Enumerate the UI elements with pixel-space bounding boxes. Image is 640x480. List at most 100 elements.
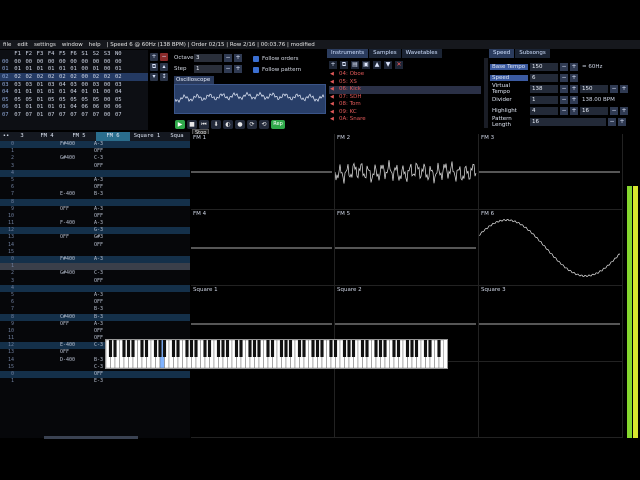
pattern-cell-empty[interactable] (16, 378, 28, 385)
play-from-start-icon[interactable]: ⏮ (199, 119, 209, 129)
step-field[interactable]: 1 (194, 64, 222, 73)
order-cell[interactable]: 00 (102, 89, 113, 95)
order-cell[interactable]: 01 (46, 66, 57, 72)
order-cell[interactable]: 03 (23, 82, 34, 88)
pattern-cell-empty[interactable] (16, 163, 28, 170)
menu-settings[interactable]: settings (34, 42, 56, 48)
pattern-cell-fm6[interactable]: OFF (94, 213, 128, 220)
pattern-cell-fm4[interactable] (28, 170, 60, 177)
piano-black-key[interactable] (405, 340, 410, 357)
order-cell[interactable]: 07 (79, 112, 90, 118)
pattern-cell-empty[interactable] (16, 242, 28, 249)
pattern-cell-empty[interactable] (16, 191, 28, 198)
pattern-cell-fm6[interactable]: E-3 (94, 378, 128, 385)
piano-black-key[interactable] (315, 340, 320, 357)
order-cell[interactable]: 00 (90, 59, 101, 65)
order-row[interactable]: 07 07 07 01 07 07 07 07 07 00 07 (0, 111, 148, 119)
pattern-cell-empty[interactable] (16, 371, 28, 378)
pattern-row[interactable]: 0 OFF (0, 371, 190, 379)
pattern-row[interactable]: 3 OFF (0, 278, 190, 285)
pattern-cell-fm6[interactable]: A-3 (94, 220, 128, 227)
pattern-cell-fm4[interactable] (28, 371, 60, 378)
order-cell[interactable]: 07 (68, 112, 79, 118)
order-cell[interactable]: 02 (34, 74, 45, 80)
piano-black-key[interactable] (158, 340, 162, 357)
play-icon[interactable]: ▶ (175, 119, 185, 129)
piano-black-key[interactable] (297, 340, 302, 357)
channel-header-square2[interactable]: Squa (164, 132, 190, 141)
order-cell[interactable]: 02 (113, 74, 124, 80)
pattern-row[interactable]: 12 G-3 (0, 227, 190, 235)
order-cell[interactable]: 01 (79, 89, 90, 95)
pattern-row[interactable]: 10 OFF (0, 213, 190, 220)
instrument-item[interactable]: 06: Kick (329, 86, 481, 94)
pattern-cell-fm5[interactable] (60, 177, 94, 184)
pattern-row[interactable]: 5 A-3 (0, 177, 190, 184)
pattern-cell-fm5[interactable] (60, 299, 94, 306)
order-cell[interactable]: 00 (79, 66, 90, 72)
order-cell[interactable]: 00 (79, 59, 90, 65)
step-icon[interactable]: ⬇ (211, 119, 221, 129)
pattern-cell-fm6[interactable]: OFF (94, 328, 128, 335)
order-cell[interactable]: 01 (12, 66, 23, 72)
order-cell[interactable]: 05 (12, 97, 23, 103)
pattern-cell-empty[interactable] (16, 227, 28, 234)
pattern-cell-fm5[interactable]: OFF (60, 206, 94, 213)
order-cell[interactable]: 07 (57, 112, 68, 118)
order-cell[interactable]: 03 (12, 82, 23, 88)
pattern-cell-fm4[interactable] (28, 263, 60, 270)
move-instrument-down-icon[interactable]: ▼ (384, 61, 392, 69)
order-cell[interactable]: 02 (102, 74, 113, 80)
highlight2-plus-button[interactable]: + (620, 106, 628, 115)
pattern-cell-fm5[interactable] (60, 263, 94, 270)
order-cell[interactable]: 00 (79, 74, 90, 80)
pattern-cell-fm4[interactable] (28, 199, 60, 206)
piano-black-key[interactable] (360, 340, 365, 357)
instrument-item[interactable]: 07: SDH (329, 94, 481, 102)
pattern-cell-fm5[interactable]: OFF (60, 321, 94, 328)
piano-black-key[interactable] (153, 340, 158, 357)
pattern-row[interactable]: 11 F-400 A-3 (0, 220, 190, 227)
open-instrument-icon[interactable]: ▤ (351, 61, 359, 69)
order-cell[interactable]: 07 (90, 112, 101, 118)
move-instrument-up-icon[interactable]: ▲ (373, 61, 381, 69)
piano-black-key[interactable] (383, 340, 387, 357)
pattern-cell-fm5[interactable]: OFF (60, 349, 94, 356)
order-cell[interactable]: 00 (79, 82, 90, 88)
order-cell[interactable]: 00 (68, 59, 79, 65)
order-cell[interactable]: 04 (57, 82, 68, 88)
pattern-cell-fm6[interactable]: C-3 (94, 155, 128, 162)
tab-instruments[interactable]: Instruments (327, 49, 369, 58)
instrument-item[interactable]: 08: Tom (329, 101, 481, 109)
pattern-cell-fm4[interactable] (28, 256, 60, 263)
pattern-row[interactable]: 2 G#400 C-3 (0, 270, 190, 277)
pattern-cell-fm6[interactable]: OFF (94, 163, 128, 170)
pattern-cell-fm5[interactable] (60, 371, 94, 378)
pattern-cell-fm5[interactable] (60, 292, 94, 299)
pattern-cell-fm6[interactable]: G#3 (94, 234, 128, 241)
pattern-cell-fm4[interactable] (28, 191, 60, 198)
pattern-cell-fm5[interactable] (60, 249, 94, 256)
order-row[interactable]: 04 01 01 01 01 01 04 01 01 00 04 (0, 88, 148, 96)
divider-field[interactable]: 1 (530, 95, 558, 104)
pattern-cell-fm5[interactable]: D-400 (60, 357, 94, 364)
channel-header-square1[interactable]: Square 1 (130, 132, 164, 141)
virtual-tempo-field-2[interactable]: 150 (580, 84, 608, 93)
pattern-options-icon[interactable]: •• (0, 132, 12, 141)
order-cell[interactable]: 05 (113, 97, 124, 103)
order-cell[interactable]: 00 (102, 82, 113, 88)
octave-plus-button[interactable]: + (234, 53, 242, 62)
divider-plus-button[interactable]: + (570, 95, 578, 104)
order-cell[interactable]: 00 (23, 59, 34, 65)
add-order-icon[interactable]: + (150, 53, 158, 61)
pattern-cell-fm4[interactable] (28, 299, 60, 306)
pattern-cell-empty[interactable] (16, 170, 28, 177)
order-cell[interactable]: 03 (68, 82, 79, 88)
order-cell[interactable]: 06 (90, 104, 101, 110)
virtual-tempo2-minus-button[interactable]: − (610, 84, 618, 93)
pattern-cell-fm6[interactable] (94, 249, 128, 256)
order-cell[interactable]: 04 (113, 89, 124, 95)
pattern-length-plus-button[interactable]: + (618, 117, 626, 126)
piano-keys[interactable] (105, 339, 447, 369)
piano-black-key[interactable] (320, 340, 324, 357)
